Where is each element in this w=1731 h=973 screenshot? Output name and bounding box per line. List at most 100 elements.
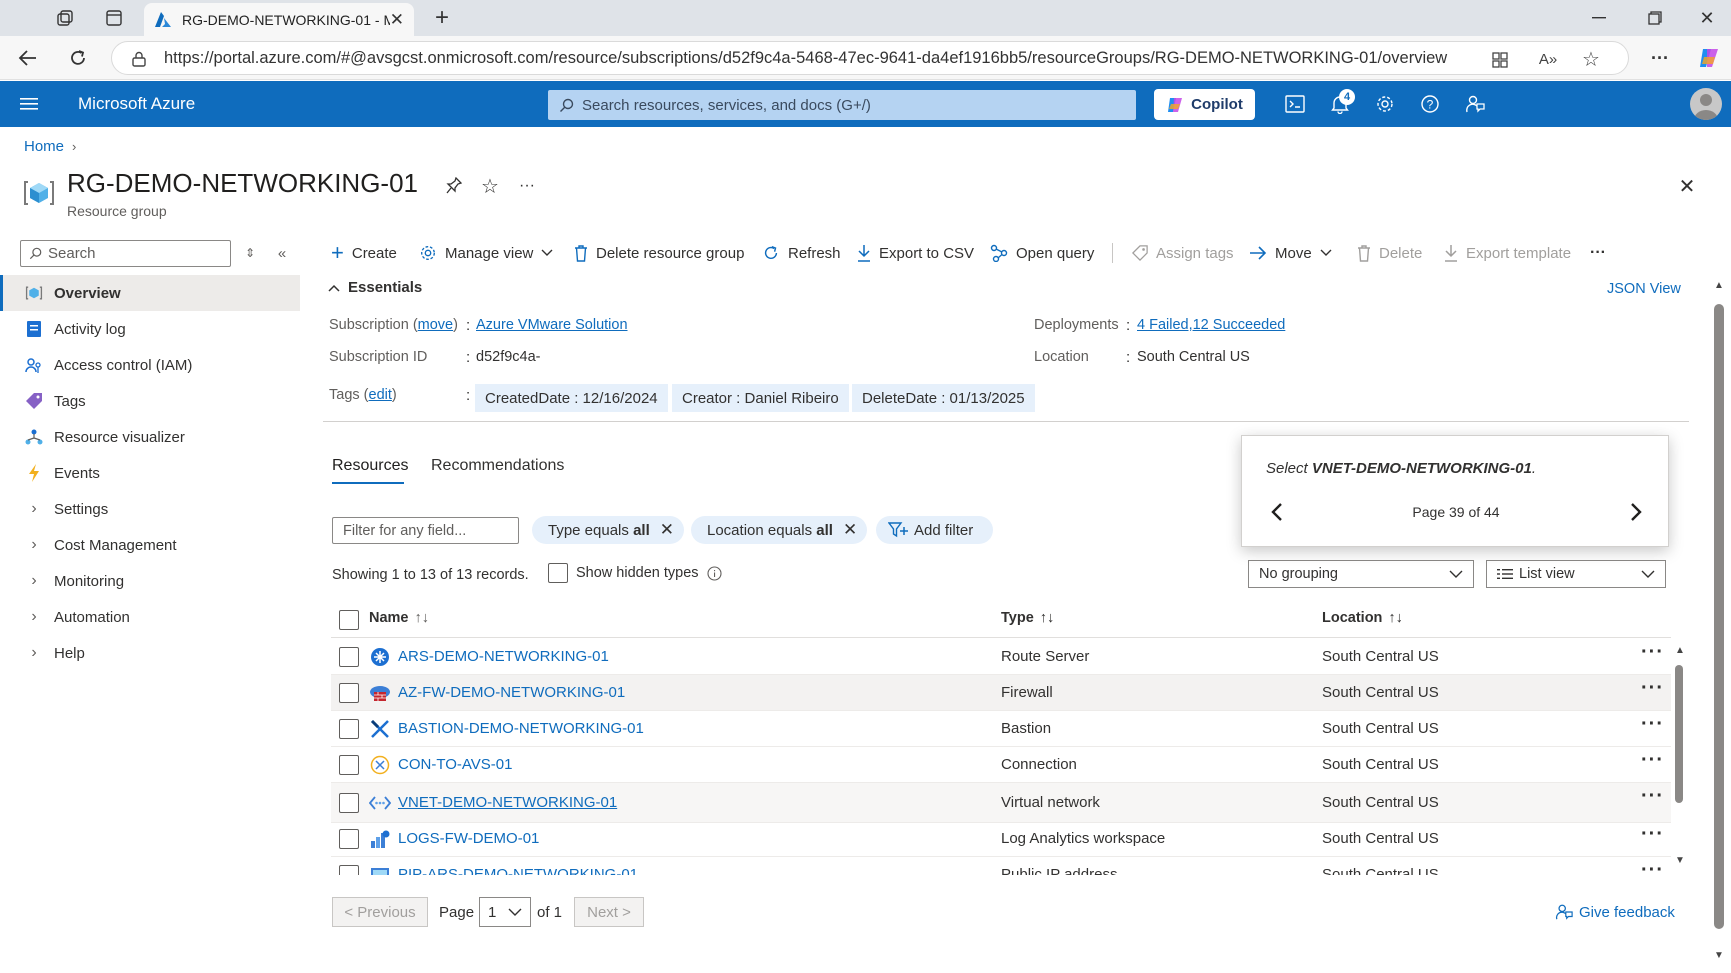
edit-tags-link[interactable]: edit <box>369 387 392 403</box>
restore-icon[interactable] <box>1644 7 1666 29</box>
expand-collapse-icon[interactable]: ⇕ <box>241 244 259 262</box>
select-all-checkbox[interactable] <box>339 610 359 630</box>
remove-filter-icon[interactable]: ✕ <box>660 520 674 540</box>
scroll-up-icon[interactable]: ▲ <box>1714 280 1724 291</box>
move-subscription-link[interactable]: move <box>418 317 453 333</box>
tab-actions-icon[interactable] <box>103 7 125 29</box>
title-more-icon[interactable]: ··· <box>516 175 538 197</box>
user-avatar[interactable] <box>1690 88 1722 120</box>
sidebar-item-monitoring[interactable]: › Monitoring <box>0 563 300 599</box>
table-row[interactable]: PIP-ARS-DEMO-NETWORKING-01 Public IP add… <box>331 857 1671 875</box>
sidebar-item-events[interactable]: Events <box>0 455 300 491</box>
view-dropdown[interactable]: List view <box>1486 560 1666 588</box>
close-window-icon[interactable]: ✕ <box>1696 7 1718 29</box>
export-template-button[interactable]: Export template <box>1444 240 1571 266</box>
sidebar-item-iam[interactable]: Access control (IAM) <box>0 347 300 383</box>
row-checkbox[interactable] <box>339 793 359 813</box>
row-more-icon[interactable]: ··· <box>1641 749 1664 772</box>
sidebar-item-activity-log[interactable]: Activity log <box>0 311 300 347</box>
open-query-button[interactable]: Open query <box>990 240 1094 266</box>
deployments-link[interactable]: 4 Failed,12 Succeeded <box>1137 317 1285 333</box>
resource-name-link[interactable]: VNET-DEMO-NETWORKING-01 <box>398 794 617 811</box>
sidebar-item-tags[interactable]: Tags <box>0 383 300 419</box>
lock-icon[interactable] <box>130 50 148 68</box>
scrollbar-thumb[interactable] <box>1714 304 1724 929</box>
type-column-header[interactable]: Type ↑↓ <box>1001 610 1054 626</box>
create-button[interactable]: + Create <box>331 240 397 266</box>
location-column-header[interactable]: Location ↑↓ <box>1322 610 1403 626</box>
resource-name-link[interactable]: ARS-DEMO-NETWORKING-01 <box>398 648 609 665</box>
minimize-icon[interactable] <box>1588 7 1610 29</box>
workspaces-icon[interactable] <box>54 7 76 29</box>
table-row[interactable]: BASTION-DEMO-NETWORKING-01 Bastion South… <box>331 711 1671 747</box>
essentials-toggle[interactable]: Essentials <box>328 279 422 296</box>
row-checkbox[interactable] <box>339 719 359 739</box>
info-icon[interactable] <box>706 565 722 581</box>
refresh-page-icon[interactable] <box>66 46 90 70</box>
table-row[interactable]: AZ-FW-DEMO-NETWORKING-01 Firewall South … <box>331 675 1671 711</box>
collapse-menu-icon[interactable]: « <box>273 244 291 262</box>
row-checkbox[interactable] <box>339 683 359 703</box>
azure-brand[interactable]: Microsoft Azure <box>78 94 195 114</box>
menu-search-input[interactable]: Search <box>20 240 231 267</box>
breadcrumb-home-link[interactable]: Home <box>24 138 64 155</box>
show-hidden-types-checkbox[interactable]: Show hidden types <box>548 563 722 583</box>
row-more-icon[interactable]: ··· <box>1641 823 1664 846</box>
feedback-person-icon[interactable] <box>1463 92 1487 116</box>
checkbox[interactable] <box>548 563 568 583</box>
table-row[interactable]: ARS-DEMO-NETWORKING-01 Route Server Sout… <box>331 639 1671 675</box>
sidebar-item-settings[interactable]: › Settings <box>0 491 300 527</box>
page-number-dropdown[interactable]: 1 <box>479 897 531 927</box>
table-row[interactable]: VNET-DEMO-NETWORKING-01 Virtual network … <box>331 783 1671 823</box>
new-tab-icon[interactable]: + <box>430 4 454 31</box>
favorite-icon[interactable]: ☆ <box>479 175 501 198</box>
scroll-up-icon[interactable]: ▲ <box>1675 645 1685 656</box>
refresh-button[interactable]: Refresh <box>762 240 841 266</box>
tab-recommendations[interactable]: Recommendations <box>431 457 564 475</box>
app-available-icon[interactable] <box>1490 50 1510 70</box>
resource-name-link[interactable]: CON-TO-AVS-01 <box>398 756 512 773</box>
toolbar-more-icon[interactable]: ··· <box>1590 240 1606 266</box>
json-view-link[interactable]: JSON View <box>1607 281 1681 297</box>
sidebar-item-cost-management[interactable]: › Cost Management <box>0 527 300 563</box>
sidebar-item-overview[interactable]: Overview <box>0 275 300 311</box>
row-more-icon[interactable]: ··· <box>1641 785 1664 808</box>
next-page-button[interactable]: Next > <box>574 897 644 927</box>
cloud-shell-icon[interactable] <box>1283 92 1307 116</box>
back-icon[interactable] <box>16 46 40 70</box>
copilot-button[interactable]: Copilot <box>1154 89 1255 120</box>
favorite-star-icon[interactable]: ☆ <box>1580 49 1602 71</box>
table-row[interactable]: LOGS-FW-DEMO-01 Log Analytics workspace … <box>331 823 1671 857</box>
table-scrollbar[interactable]: ▲ ▼ <box>1672 645 1686 870</box>
url-field[interactable]: https://portal.azure.com/#@avsgcst.onmic… <box>111 41 1629 75</box>
help-question-icon[interactable]: ? <box>1418 92 1442 116</box>
close-blade-icon[interactable]: ✕ <box>1676 175 1698 198</box>
resource-name-link[interactable]: AZ-FW-DEMO-NETWORKING-01 <box>398 684 625 701</box>
grouping-dropdown[interactable]: No grouping <box>1248 560 1474 588</box>
settings-gear-icon[interactable] <box>1373 92 1397 116</box>
scrollbar-thumb[interactable] <box>1675 665 1683 803</box>
global-search-input[interactable]: Search resources, services, and docs (G+… <box>548 90 1136 120</box>
browser-more-icon[interactable]: ··· <box>1648 46 1672 70</box>
type-filter-chip[interactable]: Type equals all ✕ <box>532 516 684 544</box>
subscription-value-link[interactable]: Azure VMware Solution <box>476 317 628 333</box>
read-aloud-icon[interactable]: A» <box>1537 49 1559 69</box>
hamburger-menu-icon[interactable] <box>18 94 40 114</box>
row-more-icon[interactable]: ··· <box>1641 713 1664 736</box>
filter-input[interactable]: Filter for any field... <box>332 517 519 544</box>
resource-name-link[interactable]: PIP-ARS-DEMO-NETWORKING-01 <box>398 866 638 875</box>
browser-tab[interactable]: RG-DEMO-NETWORKING-01 - M ✕ <box>144 3 414 36</box>
delete-resource-group-button[interactable]: Delete resource group <box>574 240 744 266</box>
location-filter-chip[interactable]: Location equals all ✕ <box>691 516 868 544</box>
scroll-down-icon[interactable]: ▼ <box>1675 855 1685 866</box>
browser-copilot-icon[interactable] <box>1696 45 1722 71</box>
row-checkbox[interactable] <box>339 647 359 667</box>
row-checkbox[interactable] <box>339 829 359 849</box>
assign-tags-button[interactable]: Assign tags <box>1132 240 1234 266</box>
move-button[interactable]: Move <box>1249 240 1332 266</box>
tab-resources[interactable]: Resources <box>332 457 408 475</box>
sidebar-item-resource-visualizer[interactable]: Resource visualizer <box>0 419 300 455</box>
sidebar-item-help[interactable]: › Help <box>0 635 300 671</box>
row-checkbox[interactable] <box>339 755 359 775</box>
row-more-icon[interactable]: ··· <box>1641 677 1664 700</box>
